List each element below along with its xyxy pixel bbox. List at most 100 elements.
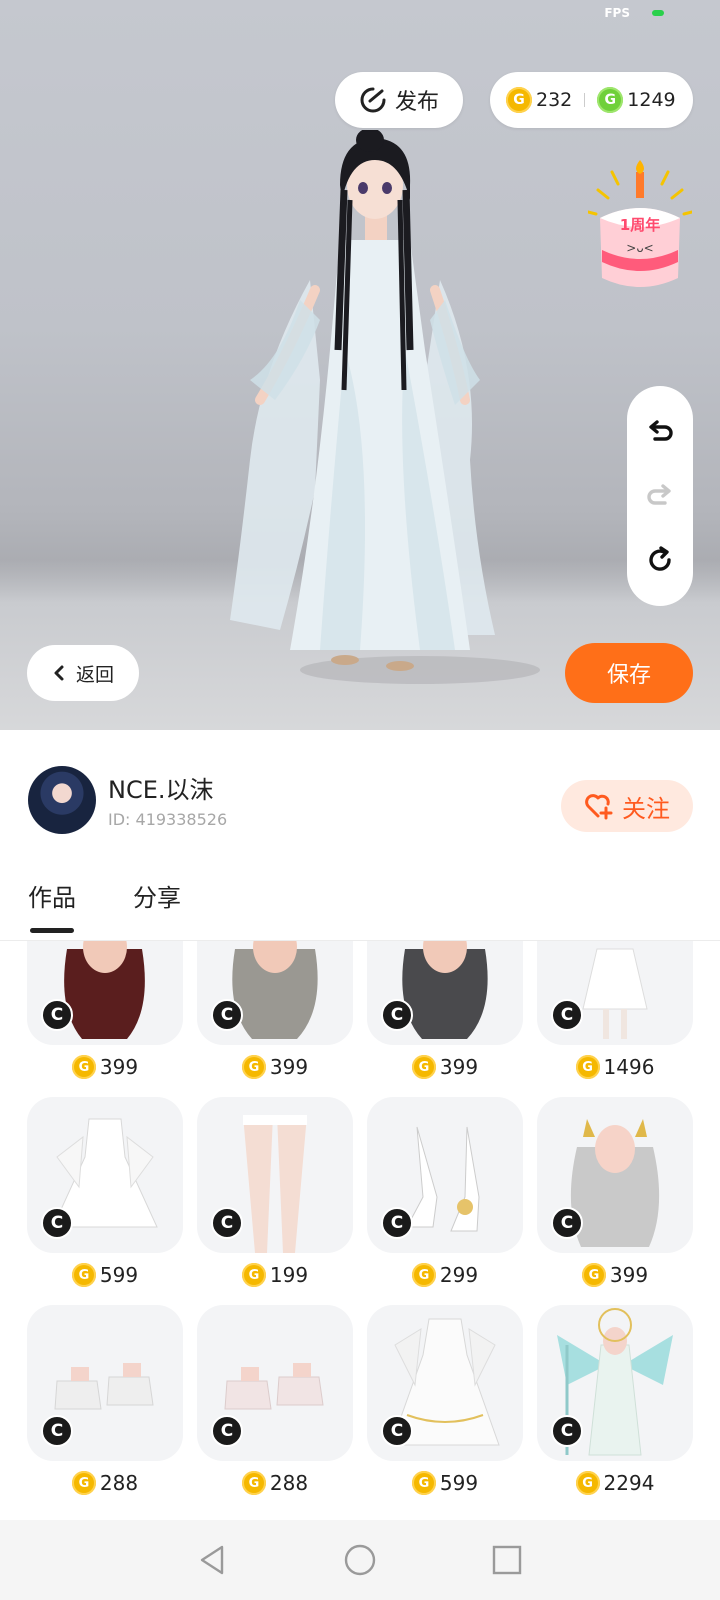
avatar[interactable] xyxy=(28,766,96,834)
item-card[interactable]: C G 399 xyxy=(27,941,183,1079)
undo-icon xyxy=(649,420,673,441)
price-value: 399 xyxy=(439,1055,479,1079)
price-value: 399 xyxy=(269,1055,309,1079)
item-thumbnail: C xyxy=(537,1097,693,1253)
creator-badge-icon: C xyxy=(381,999,413,1031)
gold-coin-icon: G xyxy=(411,1263,436,1287)
publish-button[interactable]: 发布 xyxy=(335,72,463,128)
creator-id: ID: 419338526 xyxy=(108,810,228,829)
redo-button[interactable] xyxy=(640,476,680,516)
home-circle-icon[interactable] xyxy=(343,1543,377,1577)
price-value: 2294 xyxy=(603,1471,655,1495)
green-coin-icon: G xyxy=(597,87,624,113)
recents-square-icon[interactable] xyxy=(490,1543,524,1577)
creator-badge-icon: C xyxy=(41,1207,73,1239)
item-card[interactable]: C G 399 xyxy=(537,1097,693,1287)
creator-badge-icon: C xyxy=(551,999,583,1031)
item-price: G 399 xyxy=(27,1055,183,1079)
creator-badge-icon: C xyxy=(551,1207,583,1239)
item-thumbnail: C xyxy=(197,941,353,1045)
gold-coin-count: 232 xyxy=(536,89,573,111)
publish-label: 发布 xyxy=(394,90,439,115)
item-card[interactable]: C G 599 xyxy=(27,1097,183,1287)
item-thumbnail: C xyxy=(367,1305,523,1461)
item-thumbnail: C xyxy=(367,1097,523,1253)
item-grid: C G 399 C G 399 C G 399 C G 1496 C G 599… xyxy=(0,941,720,1520)
item-price: G 199 xyxy=(197,1263,353,1287)
item-price: G 299 xyxy=(367,1263,523,1287)
back-triangle-icon[interactable] xyxy=(196,1543,230,1577)
redo-icon xyxy=(647,484,671,505)
item-price: G 288 xyxy=(197,1471,353,1495)
price-value: 399 xyxy=(99,1055,139,1079)
gold-coin-icon: G xyxy=(575,1471,600,1495)
item-thumbnail: C xyxy=(537,1305,693,1461)
creator-badge-icon: C xyxy=(211,999,243,1031)
price-value: 599 xyxy=(439,1471,479,1495)
back-button[interactable]: 返回 xyxy=(27,645,139,701)
price-value: 288 xyxy=(99,1471,139,1495)
edit-toolbar xyxy=(627,386,693,606)
price-value: 199 xyxy=(269,1263,309,1287)
item-price: G 399 xyxy=(367,1055,523,1079)
creator-badge-icon: C xyxy=(41,1415,73,1447)
item-thumbnail: C xyxy=(197,1097,353,1253)
gold-coin-icon: G xyxy=(506,87,532,113)
gold-coin-icon: G xyxy=(411,1055,436,1079)
gold-coin-icon: G xyxy=(241,1263,266,1287)
tab-works[interactable]: 作品 xyxy=(28,878,76,933)
item-thumbnail: C xyxy=(27,1097,183,1253)
follow-button[interactable]: 关注 xyxy=(561,780,693,832)
item-card[interactable]: C G 288 xyxy=(27,1305,183,1495)
item-card[interactable]: C G 599 xyxy=(367,1305,523,1495)
price-value: 288 xyxy=(269,1471,309,1495)
creator-profile: NCE.以沫 ID: 419338526 关注 xyxy=(0,730,720,840)
reset-button[interactable] xyxy=(640,540,680,580)
reset-icon xyxy=(649,546,671,571)
anniversary-cake-icon[interactable]: 1周年 >ᴗ< xyxy=(588,158,692,298)
heart-plus-icon xyxy=(585,794,613,820)
price-value: 299 xyxy=(439,1263,479,1287)
item-price: G 2294 xyxy=(537,1471,693,1495)
creator-name: NCE.以沫 xyxy=(108,776,214,804)
item-card[interactable]: C G 199 xyxy=(197,1097,353,1287)
creator-badge-icon: C xyxy=(551,1415,583,1447)
avatar-stage[interactable]: FPS 发布 G 232 G 1249 1周年 >ᴗ< 返回 保存 xyxy=(0,0,720,730)
item-card[interactable]: C G 399 xyxy=(197,941,353,1079)
item-card[interactable]: C G 1496 xyxy=(537,941,693,1079)
signal-icon xyxy=(652,10,664,16)
chevron-left-icon xyxy=(54,665,64,681)
currency-bar[interactable]: G 232 G 1249 xyxy=(490,72,693,128)
creator-badge-icon: C xyxy=(381,1207,413,1239)
tab-share[interactable]: 分享 xyxy=(133,878,181,913)
gold-coin-icon: G xyxy=(71,1263,96,1287)
follow-label: 关注 xyxy=(622,794,670,823)
avatar-3d-model[interactable] xyxy=(220,130,540,690)
item-card[interactable]: C G 2294 xyxy=(537,1305,693,1495)
undo-button[interactable] xyxy=(640,412,680,452)
creator-badge-icon: C xyxy=(211,1415,243,1447)
gold-coin-icon: G xyxy=(241,1471,266,1495)
gold-coin-icon: G xyxy=(71,1471,96,1495)
item-card[interactable]: C G 299 xyxy=(367,1097,523,1287)
item-thumbnail: C xyxy=(537,941,693,1045)
gold-coin-icon: G xyxy=(241,1055,266,1079)
system-navigation-bar xyxy=(0,1520,720,1600)
green-coin-count: 1249 xyxy=(627,89,676,111)
item-price: G 599 xyxy=(27,1263,183,1287)
fps-indicator: FPS xyxy=(604,6,630,20)
gold-coin-icon: G xyxy=(581,1263,606,1287)
anniversary-text: 1周年 xyxy=(620,216,660,234)
item-price: G 599 xyxy=(367,1471,523,1495)
save-button[interactable]: 保存 xyxy=(565,643,693,703)
gold-coin-icon: G xyxy=(71,1055,96,1079)
item-price: G 399 xyxy=(537,1263,693,1287)
item-thumbnail: C xyxy=(27,941,183,1045)
item-price: G 288 xyxy=(27,1471,183,1495)
gold-coin-icon: G xyxy=(575,1055,600,1079)
creator-badge-icon: C xyxy=(211,1207,243,1239)
item-card[interactable]: C G 288 xyxy=(197,1305,353,1495)
content-tabs: 作品 分享 xyxy=(0,870,720,941)
svg-text:>ᴗ<: >ᴗ< xyxy=(626,241,653,255)
item-card[interactable]: C G 399 xyxy=(367,941,523,1079)
